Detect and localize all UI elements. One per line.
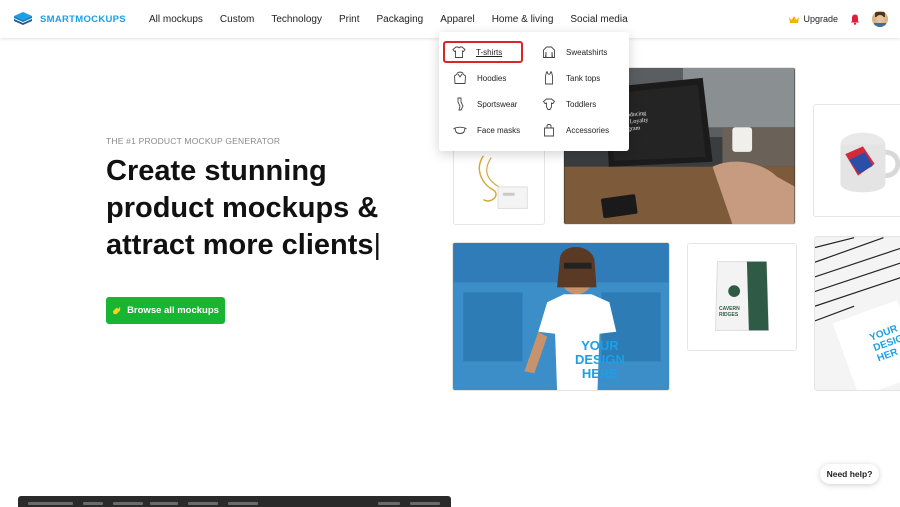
apparel-dropdown-menu: T-shirts Hoodies Sportswear Face masks S… [439, 32, 629, 151]
upgrade-label: Upgrade [803, 14, 838, 24]
app-preview-strip [18, 496, 451, 507]
mockup-tile-tshirt[interactable]: YOUR DESIGN HERE [452, 242, 670, 391]
nav-packaging[interactable]: Packaging [377, 14, 424, 25]
preview-placeholder [28, 502, 73, 505]
dropdown-label-sweatshirts: Sweatshirts [566, 47, 608, 57]
headline-line-3: attract more clients| [106, 227, 436, 264]
preview-placeholder [228, 502, 258, 505]
face-mask-icon [453, 126, 467, 134]
coffee-bag-mockup-image [688, 244, 796, 350]
tshirt-icon [452, 46, 466, 58]
need-help-button[interactable]: Need help? [820, 464, 879, 484]
card-mockup-image [815, 237, 900, 390]
mockup-tile-mug[interactable] [813, 104, 900, 217]
preview-placeholder [378, 502, 400, 505]
hero-headline: Create stunning product mockups & attrac… [106, 153, 436, 264]
nav-print[interactable]: Print [339, 14, 360, 25]
dropdown-label-tank-tops: Tank tops [566, 73, 601, 83]
dropdown-label-sportswear: Sportswear [477, 99, 518, 109]
tshirt-text-line-1: YOUR [581, 338, 619, 353]
mockup-tile-stationery[interactable] [453, 145, 545, 225]
typing-caret: | [373, 229, 382, 261]
nav-all-mockups[interactable]: All mockups [149, 14, 203, 25]
preview-placeholder [83, 502, 103, 505]
stationery-mockup-image [454, 146, 544, 224]
upgrade-link[interactable]: Upgrade [789, 14, 838, 24]
header-actions: Upgrade [789, 0, 888, 38]
tshirt-design-text: YOUR DESIGN HERE [575, 339, 625, 381]
coffee-bag-text-line-2: RIDGES [719, 312, 739, 318]
mockup-tile-coffee-bag[interactable]: CAVERN RIDGES [687, 243, 797, 351]
preview-placeholder [188, 502, 218, 505]
nav-home-living[interactable]: Home & living [492, 14, 554, 25]
accessories-icon [544, 124, 554, 137]
sportswear-icon [457, 97, 464, 111]
dropdown-item-face-masks[interactable]: Face masks [453, 121, 520, 139]
notification-bell-icon[interactable] [850, 14, 860, 25]
sweatshirt-icon [543, 46, 555, 58]
dropdown-label-accessories: Accessories [566, 125, 610, 135]
brand-name: SMARTMOCKUPS [40, 13, 126, 25]
nav-social-media[interactable]: Social media [570, 14, 627, 25]
dropdown-label-face-masks: Face masks [477, 125, 521, 135]
nav-apparel[interactable]: Apparel [440, 14, 474, 25]
coffee-bag-text: CAVERN RIDGES [719, 306, 740, 318]
hand-pointer-icon [112, 306, 121, 315]
browse-all-mockups-button[interactable]: Browse all mockups [106, 297, 225, 324]
dropdown-label-tshirts: T-shirts [476, 47, 503, 57]
tank-top-icon [545, 71, 553, 85]
preview-placeholder [113, 502, 143, 505]
tshirt-text-line-2: DESIGN [575, 352, 625, 367]
preview-placeholder [410, 502, 440, 505]
tshirt-model-mockup-image [453, 243, 669, 390]
crown-icon [789, 15, 800, 23]
hoodie-icon [454, 71, 466, 84]
headline-line-3-text: attract more clients [106, 229, 374, 261]
toddler-icon [542, 98, 556, 110]
nav-technology[interactable]: Technology [271, 14, 322, 25]
dropdown-item-accessories[interactable]: Accessories [542, 121, 609, 139]
mockup-tile-card[interactable]: YOUR DESIG HER [814, 236, 900, 391]
cta-label: Browse all mockups [127, 305, 219, 316]
preview-placeholder [150, 502, 178, 505]
avatar-face-icon [872, 11, 888, 27]
dropdown-item-hoodies[interactable]: Hoodies [453, 69, 506, 87]
headline-line-2: product mockups & [106, 192, 379, 224]
layers-logo-icon [14, 12, 32, 25]
dropdown-item-sportswear[interactable]: Sportswear [453, 95, 517, 113]
dropdown-label-hoodies: Hoodies [477, 73, 507, 83]
dropdown-item-tshirts[interactable]: T-shirts [443, 41, 523, 63]
headline-line-1: Create stunning [106, 155, 327, 187]
mug-mockup-image [814, 105, 900, 216]
hero-kicker: THE #1 PRODUCT MOCKUP GENERATOR [106, 136, 281, 146]
dropdown-item-toddlers[interactable]: Toddlers [542, 95, 596, 113]
dropdown-label-toddlers: Toddlers [566, 99, 597, 109]
tshirt-text-line-3: HERE [581, 366, 618, 381]
user-avatar[interactable] [872, 11, 888, 27]
brand-logo[interactable]: SMARTMOCKUPS [13, 11, 126, 27]
dropdown-item-tank-tops[interactable]: Tank tops [542, 69, 600, 87]
dropdown-item-sweatshirts[interactable]: Sweatshirts [542, 43, 607, 61]
nav-custom[interactable]: Custom [220, 14, 254, 25]
